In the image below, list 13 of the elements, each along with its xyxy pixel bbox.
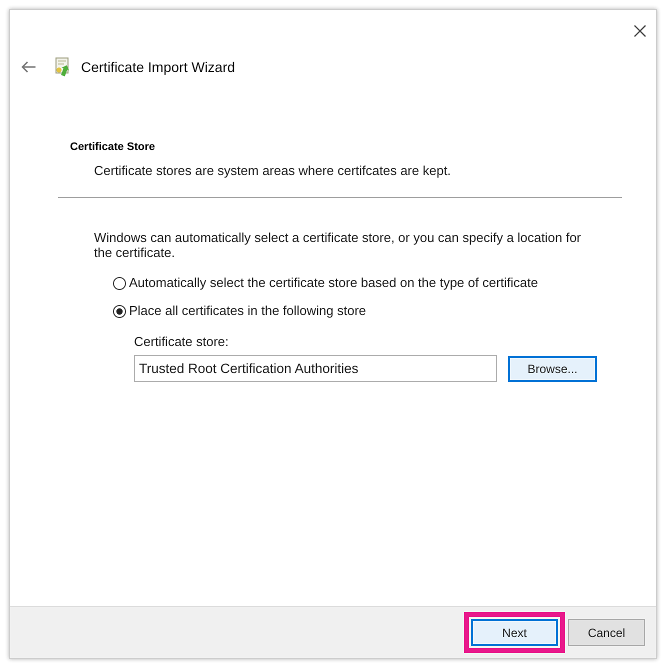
page-heading: Certificate Store xyxy=(70,140,156,154)
page-description: Certificate stores are system areas where certifcates are kept. xyxy=(94,163,452,179)
browse-button[interactable]: Browse... xyxy=(508,356,597,382)
back-arrow-icon xyxy=(20,61,36,73)
window-title: Certificate Import Wizard xyxy=(81,58,236,76)
field-label: Certificate store: xyxy=(134,334,230,349)
certificate-store-field[interactable]: Trusted Root Certification Authorities xyxy=(134,355,497,382)
intro-text: Windows can automatically select a certificate store, or you can specify a location for the certificate. xyxy=(94,230,582,260)
radio-option[interactable]: Automatically select the certificate store based on the type of certificate xyxy=(113,273,656,293)
close-icon xyxy=(634,25,646,37)
cancel-button[interactable]: Cancel xyxy=(568,619,645,646)
next-button[interactable]: Next xyxy=(471,619,558,646)
radio-option[interactable]: Place all certificates in the following store xyxy=(113,301,656,321)
